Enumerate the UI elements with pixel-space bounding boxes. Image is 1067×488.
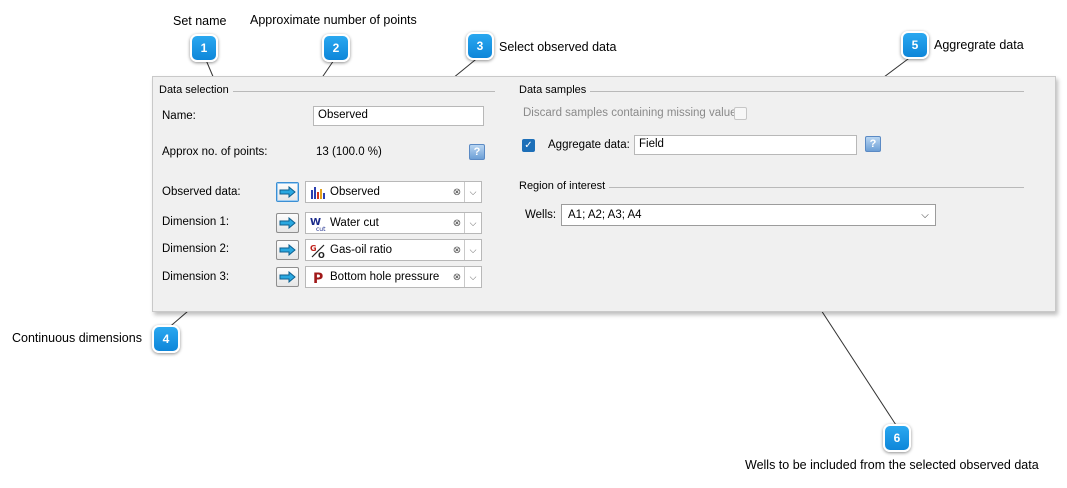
svg-text:cut: cut	[316, 226, 326, 231]
dimension-2-value: Gas-oil ratio	[330, 244, 392, 256]
clear-icon[interactable]: ⊗	[450, 245, 464, 256]
gas-oil-ratio-icon: GO	[309, 242, 327, 258]
svg-text:G: G	[310, 244, 317, 253]
clear-icon[interactable]: ⊗	[450, 272, 464, 283]
callout-text-set-name: Set name	[173, 14, 227, 28]
callout-badge-5: 5	[901, 31, 929, 59]
aggregate-data-checkbox[interactable]: ✓	[522, 139, 535, 152]
wells-label: Wells:	[525, 209, 557, 221]
aggregate-help-button[interactable]: ?	[865, 136, 881, 152]
callout-text-continuous-dimensions: Continuous dimensions	[12, 331, 142, 345]
dimension-2-label: Dimension 2:	[162, 243, 230, 255]
approx-help-button[interactable]: ?	[469, 144, 485, 160]
discard-missing-checkbox[interactable]	[734, 107, 747, 120]
data-samples-rule	[519, 91, 1024, 92]
callout-text-aggregate-data: Aggregrate data	[934, 38, 1024, 52]
chevron-down-icon[interactable]: ⌵	[464, 240, 481, 260]
dimension-3-combo[interactable]: P Bottom hole pressure ⊗ ⌵	[305, 266, 482, 288]
aggregate-data-label: Aggregate data:	[548, 139, 630, 151]
observed-data-label: Observed data:	[162, 186, 241, 198]
aggregate-data-input[interactable]: Field	[634, 135, 857, 155]
right-arrow-icon	[279, 244, 296, 256]
callout-badge-1: 1	[190, 34, 218, 62]
callout-text-select-observed: Select observed data	[499, 40, 617, 54]
dimension-3-select-button[interactable]	[276, 267, 299, 287]
chevron-down-icon[interactable]: ⌵	[464, 267, 481, 287]
approx-points-label: Approx no. of points:	[162, 146, 268, 158]
chevron-down-icon[interactable]: ⌵	[915, 210, 935, 221]
data-samples-title: Data samples	[519, 84, 591, 96]
approx-points-value: 13 (100.0 %)	[316, 146, 382, 158]
callout-text-wells: Wells to be included from the selected o…	[745, 458, 1039, 472]
dimension-1-select-button[interactable]	[276, 213, 299, 233]
observed-data-select-button[interactable]	[276, 182, 299, 202]
name-input[interactable]: Observed	[313, 106, 484, 126]
svg-text:P: P	[313, 271, 323, 285]
callout-badge-3: 3	[466, 32, 494, 60]
callout-text-approx-points: Approximate number of points	[250, 13, 417, 27]
chevron-down-icon[interactable]: ⌵	[464, 213, 481, 233]
water-cut-icon: Wcut	[309, 215, 327, 231]
callout-badge-6: 6	[883, 424, 911, 452]
right-arrow-icon	[279, 186, 296, 198]
data-selection-title: Data selection	[159, 84, 233, 96]
callout-badge-2: 2	[322, 34, 350, 62]
clear-icon[interactable]: ⊗	[450, 218, 464, 229]
name-label: Name:	[162, 110, 196, 122]
discard-missing-label: Discard samples containing missing value…	[523, 107, 746, 119]
chevron-down-icon[interactable]: ⌵	[464, 182, 481, 202]
dimension-1-label: Dimension 1:	[162, 216, 230, 228]
dimension-2-combo[interactable]: GO Gas-oil ratio ⊗ ⌵	[305, 239, 482, 261]
dimension-1-value: Water cut	[330, 217, 379, 229]
observed-data-combo[interactable]: Observed ⊗ ⌵	[305, 181, 482, 203]
wells-value: A1; A2; A3; A4	[568, 209, 642, 221]
dimension-2-select-button[interactable]	[276, 240, 299, 260]
pressure-icon: P	[309, 269, 327, 285]
wells-combo[interactable]: A1; A2; A3; A4 ⌵	[561, 204, 936, 226]
bar-chart-icon	[309, 184, 327, 200]
right-arrow-icon	[279, 217, 296, 229]
callout-badge-4: 4	[152, 325, 180, 353]
region-of-interest-title: Region of interest	[519, 180, 610, 192]
dimension-1-combo[interactable]: Wcut Water cut ⊗ ⌵	[305, 212, 482, 234]
clear-icon[interactable]: ⊗	[450, 187, 464, 198]
dimension-3-label: Dimension 3:	[162, 271, 230, 283]
svg-text:O: O	[318, 251, 325, 258]
right-arrow-icon	[279, 271, 296, 283]
observed-data-value: Observed	[330, 186, 380, 198]
dimension-3-value: Bottom hole pressure	[330, 271, 440, 283]
